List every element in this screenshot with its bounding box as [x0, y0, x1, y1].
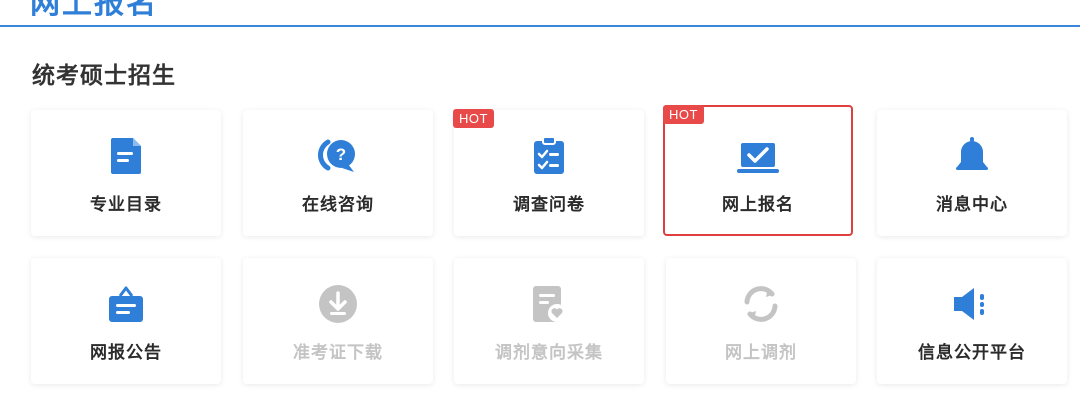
card-label: 专业目录 [90, 195, 162, 214]
header-title: 网上报名 [30, 0, 158, 20]
card-online-registration[interactable]: HOT 网上报名 [663, 105, 853, 236]
refresh-icon [739, 284, 783, 324]
card-label: 消息中心 [936, 195, 1008, 214]
hot-badge: HOT [453, 109, 494, 128]
download-icon [316, 284, 360, 324]
card-online-consult[interactable]: ? 在线咨询 [243, 110, 433, 236]
svg-text:?: ? [336, 145, 346, 164]
card-label: 准考证下载 [293, 343, 383, 362]
document-icon [104, 136, 148, 176]
section-title: 统考硕士招生 [32, 62, 176, 88]
notice-board-icon [104, 284, 148, 324]
card-major-catalog[interactable]: 专业目录 [31, 110, 221, 236]
clipboard-checklist-icon [527, 136, 571, 176]
header-bar: 网上报名 [0, 0, 1080, 27]
card-label: 信息公开平台 [918, 343, 1026, 362]
card-message-center[interactable]: 消息中心 [877, 110, 1067, 236]
question-chat-icon: ? [316, 136, 360, 176]
speaker-icon [950, 284, 994, 324]
card-label: 网上调剂 [725, 343, 797, 362]
card-online-adjustment[interactable]: 网上调剂 [666, 258, 856, 384]
card-info-disclosure[interactable]: 信息公开平台 [877, 258, 1067, 384]
card-label: 在线咨询 [302, 195, 374, 214]
hot-badge: HOT [663, 105, 704, 124]
card-label: 网报公告 [90, 343, 162, 362]
laptop-check-icon [736, 137, 780, 177]
card-label: 调剂意向采集 [495, 343, 603, 362]
form-heart-icon [527, 284, 571, 324]
card-survey[interactable]: HOT 调查问卷 [453, 109, 644, 236]
card-admission-ticket-download[interactable]: 准考证下载 [243, 258, 433, 384]
bell-icon [950, 136, 994, 176]
card-registration-notice[interactable]: 网报公告 [31, 258, 221, 384]
card-label: 网上报名 [722, 195, 794, 214]
card-adjustment-intent[interactable]: 调剂意向采集 [454, 258, 644, 384]
card-label: 调查问卷 [513, 195, 585, 214]
